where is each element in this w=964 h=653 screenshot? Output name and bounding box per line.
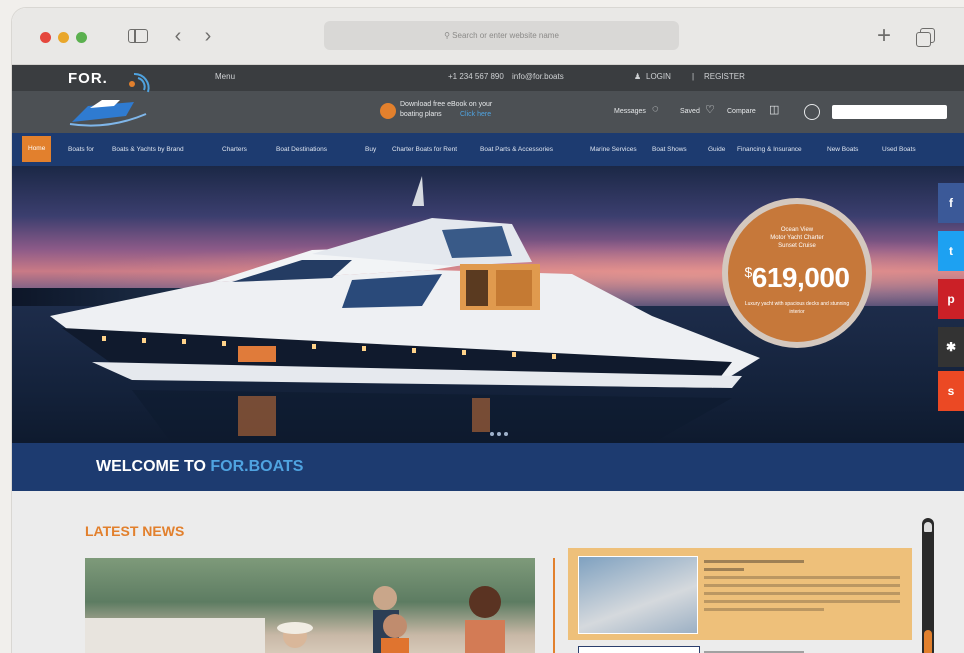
compare-link[interactable]: Compare	[727, 108, 756, 115]
price-value: $619,000	[744, 262, 850, 293]
nav-item-destinations[interactable]: Boat Destinations	[276, 133, 327, 166]
maximize-window-button[interactable]	[76, 32, 87, 43]
nav-item-shows[interactable]: Boat Shows	[652, 133, 687, 166]
facebook-icon[interactable]: f	[938, 183, 964, 223]
nav-item-buy[interactable]: Buy	[365, 133, 376, 166]
main-nav: Home Boats for Boats & Yachts by Brand C…	[12, 133, 964, 166]
price-line2: Motor Yacht Charter	[770, 235, 824, 241]
new-tab-icon[interactable]: +	[872, 24, 896, 48]
nav-item-home[interactable]: Home	[22, 136, 52, 162]
carousel-dot[interactable]	[504, 432, 508, 436]
scroll-thumb[interactable]	[924, 630, 932, 653]
sidebar-toggle-icon[interactable]	[125, 24, 151, 48]
nav-item-parts[interactable]: Boat Parts & Accessories	[480, 133, 553, 166]
carousel-dot[interactable]	[490, 432, 494, 436]
back-icon[interactable]: ‹	[168, 24, 188, 48]
tabs-overview-icon[interactable]	[912, 24, 936, 48]
saved-link[interactable]: Saved	[680, 108, 700, 115]
price-badge[interactable]: Ocean View Motor Yacht Charter Sunset Cr…	[722, 198, 872, 348]
search-toggle-icon[interactable]	[804, 104, 820, 120]
nav-item-boats-for[interactable]: Boats for	[68, 133, 94, 166]
price-line3: Sunset Cruise	[778, 243, 816, 249]
nav-item-used-boats[interactable]: Used Boats	[882, 133, 916, 166]
pinterest-icon[interactable]: p	[938, 279, 964, 319]
promo-link[interactable]: Click here	[460, 111, 491, 118]
carousel-dot[interactable]	[497, 432, 501, 436]
register-link[interactable]: REGISTER	[704, 72, 745, 81]
ebook-icon	[380, 103, 396, 119]
nav-item-brands[interactable]: Boats & Yachts by Brand	[112, 133, 184, 166]
nav-item-guide[interactable]: Guide	[708, 133, 725, 166]
menu-link[interactable]: Menu	[215, 72, 235, 81]
news-section: LATEST NEWS	[12, 491, 964, 653]
carousel-dots[interactable]	[490, 423, 511, 441]
share-icon[interactable]: ✱	[938, 327, 964, 367]
nav-item-charter-rent[interactable]: Charter Boats for Rent	[392, 133, 457, 166]
messages-link[interactable]: Messages	[614, 108, 646, 115]
news-card[interactable]	[568, 548, 912, 640]
forward-icon[interactable]: ›	[198, 24, 218, 48]
promo-line2: boating plans	[400, 111, 442, 118]
divider	[553, 558, 555, 653]
browser-window: ‹ › ⚲ Search or enter website name + Men…	[12, 8, 964, 653]
chat-icon[interactable]: ◌	[652, 103, 659, 115]
close-window-button[interactable]	[40, 32, 51, 43]
price-line1: Ocean View	[780, 227, 814, 233]
heart-icon[interactable]: ♡	[705, 103, 715, 116]
news-featured-image[interactable]	[85, 558, 535, 653]
boat-logo-icon	[69, 72, 150, 127]
login-link[interactable]: LOGIN	[646, 72, 671, 81]
news-card-thumbnail	[578, 556, 698, 634]
nav-item-charters[interactable]: Charters	[222, 133, 247, 166]
browser-toolbar: ‹ › ⚲ Search or enter website name +	[12, 8, 964, 65]
header-search-input[interactable]	[832, 105, 947, 119]
stumbleupon-icon[interactable]: s	[938, 371, 964, 411]
compare-icon[interactable]: ◫	[769, 103, 779, 116]
address-bar[interactable]: ⚲ Search or enter website name	[324, 21, 679, 50]
address-placeholder: Search or enter website name	[452, 31, 559, 40]
latest-news-heading: LATEST NEWS	[85, 523, 185, 539]
twitter-icon[interactable]: t	[938, 231, 964, 271]
nav-item-financing[interactable]: Financing & Insurance	[737, 133, 802, 166]
site-logo[interactable]: FOR.	[68, 70, 164, 132]
welcome-title: WELCOME TO FOR.BOATS	[96, 458, 304, 475]
minimize-window-button[interactable]	[58, 32, 69, 43]
welcome-banner: WELCOME TO FOR.BOATS	[12, 443, 964, 491]
nav-item-new-boats[interactable]: New Boats	[827, 133, 858, 166]
price-note: Luxury yacht with spacious decks and stu…	[744, 301, 850, 315]
nav-item-services[interactable]: Marine Services	[590, 133, 637, 166]
scrollbar[interactable]	[922, 518, 934, 653]
promo-line1: Download free eBook on your	[400, 101, 493, 108]
phone-text: +1 234 567 890	[448, 72, 504, 81]
search-icon: ⚲	[444, 31, 453, 40]
divider: |	[692, 72, 695, 81]
email-link[interactable]: info@for.boats	[512, 72, 564, 81]
news-card-2-thumbnail[interactable]	[578, 646, 700, 653]
user-icon: ♟	[634, 72, 642, 81]
